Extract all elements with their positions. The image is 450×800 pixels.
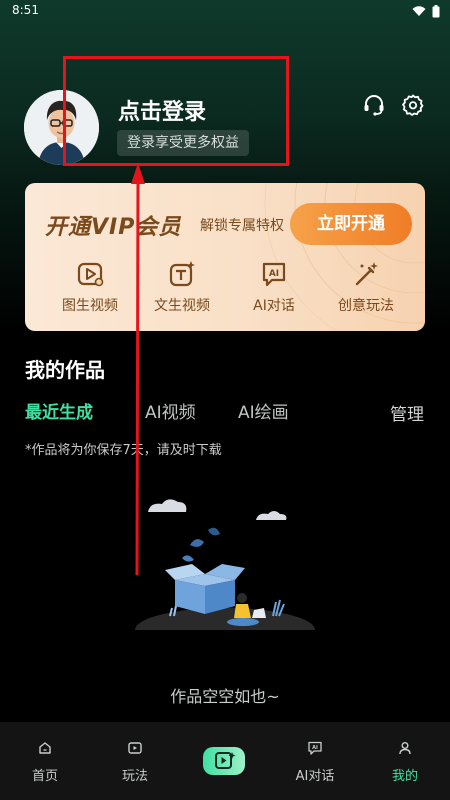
nav-profile-label: 我的 (391, 769, 418, 784)
nav-ai-chat-label: AI对话 (295, 769, 335, 784)
magic-wand-icon (355, 262, 378, 286)
home-icon (39, 742, 51, 754)
wifi-icon (412, 6, 426, 16)
nav-play-label: 玩法 (121, 769, 148, 784)
battery-icon (432, 5, 440, 18)
image-to-video-icon (77, 262, 104, 287)
nav-ai-chat[interactable]: AI AI对话 (280, 722, 350, 800)
vip-feature-ai-chat[interactable]: AI AI对话 (229, 259, 319, 315)
manage-button[interactable]: 管理 (390, 400, 424, 425)
vip-feature-label: AI对话 (253, 298, 295, 314)
nav-home[interactable]: 首页 (10, 722, 80, 800)
nav-home-label: 首页 (31, 769, 58, 784)
play-icon (128, 742, 142, 754)
profile-icon (399, 742, 411, 755)
vip-feature-label: 文生视频 (154, 298, 210, 314)
annotation-highlight-box (63, 56, 289, 166)
tab-ai-video[interactable]: AI视频 (145, 398, 196, 423)
vip-feature-label: 图生视频 (62, 298, 118, 314)
settings-gear-icon[interactable] (401, 93, 425, 117)
ai-chat-icon: AI (262, 262, 286, 287)
empty-state-text: 作品空空如也~ (170, 687, 280, 706)
status-time: 8:51 (12, 3, 39, 17)
ai-chat-icon: AI (308, 741, 322, 755)
svg-text:AI: AI (312, 745, 318, 751)
create-video-button[interactable] (203, 747, 245, 775)
works-title: 我的作品 (25, 358, 105, 382)
vip-card[interactable]: 开通VIP会员 解锁专属特权 立即开通 图生视频 文生视频 AI AI对话 创意… (25, 183, 425, 331)
status-bar: 8:51 (0, 0, 450, 22)
save-notice: *作品将为你保存7天，请及时下载 (25, 443, 222, 458)
vip-feature-image-to-video[interactable]: 图生视频 (45, 259, 135, 315)
customer-service-icon[interactable] (362, 93, 386, 117)
nav-play[interactable]: 玩法 (100, 722, 170, 800)
vip-feature-text-to-video[interactable]: 文生视频 (137, 259, 227, 315)
nav-profile[interactable]: 我的 (370, 722, 440, 800)
vip-subscribe-button[interactable]: 立即开通 (290, 203, 412, 245)
vip-description: 解锁专属特权 (200, 218, 284, 234)
svg-text:AI: AI (269, 269, 279, 279)
vip-title: 开通VIP会员 (45, 215, 182, 240)
create-video-icon (215, 752, 236, 769)
status-icons (412, 5, 440, 18)
vip-feature-creative[interactable]: 创意玩法 (321, 259, 411, 315)
vip-feature-label: 创意玩法 (338, 298, 394, 314)
tab-ai-painting[interactable]: AI绘画 (238, 398, 289, 423)
empty-state-illustration (135, 499, 315, 640)
tab-recent[interactable]: 最近生成 (25, 398, 93, 423)
text-to-video-icon (169, 261, 195, 287)
